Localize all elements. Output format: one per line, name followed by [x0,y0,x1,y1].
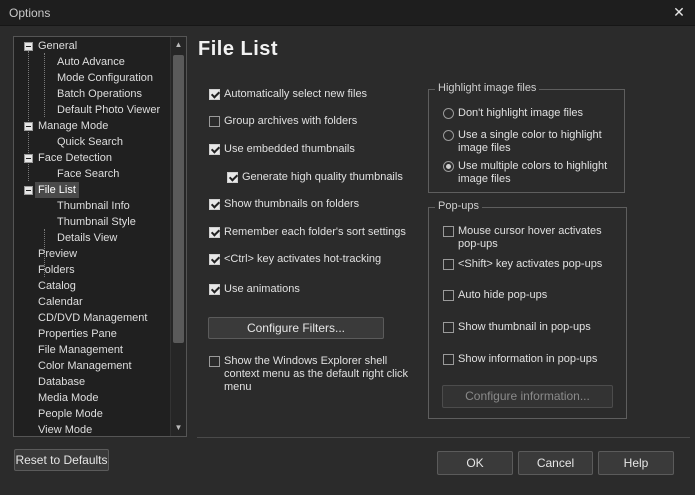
checkbox-label: <Ctrl> key activates hot-tracking [224,253,382,265]
footer-separator [197,437,690,438]
checkbox-label: Group archives with folders [224,115,358,127]
collapse-icon[interactable] [24,122,33,131]
checkbox-label: Use embedded thumbnails [224,143,355,155]
tree-item-manage-mode[interactable]: Manage Mode [38,118,108,134]
checkbox-label: Show information in pop-ups [458,353,598,365]
radio-dot[interactable] [443,130,454,141]
ok-button[interactable]: OK [437,451,513,475]
checkbox-box[interactable] [209,199,220,210]
checkbox-label: Mouse cursor hover activates pop-ups [458,225,602,250]
help-button[interactable]: Help [598,451,674,475]
group-legend: Highlight image files [435,82,540,94]
tree-item-batch-operations[interactable]: Batch Operations [57,86,142,102]
tree-connector [44,53,45,117]
checkbox-box[interactable] [209,89,220,100]
checkbox-box[interactable] [443,226,454,237]
checkbox-label: <Shift> key activates pop-ups [458,258,603,270]
collapse-icon[interactable] [24,186,33,195]
tree-item-details-view[interactable]: Details View [57,230,117,246]
popups-group: Pop-ups Mouse cursor hover activates pop… [428,200,627,419]
cancel-button[interactable]: Cancel [518,451,593,475]
checkbox-box[interactable] [227,172,238,183]
tree-item-properties-pane[interactable]: Properties Pane [38,326,117,342]
checkbox-box[interactable] [209,356,220,367]
checkbox-box[interactable] [209,227,220,238]
checkbox-label: Remember each folder's sort settings [224,226,406,238]
explorer-menu-checkbox[interactable]: Show the Windows Explorer shell context … [209,354,419,398]
multiple-colors-radio[interactable]: Use multiple colors to highlight image f… [443,159,618,187]
tree-item-calendar[interactable]: Calendar [38,294,83,310]
checkbox-label: Use animations [224,283,300,295]
radio-dot[interactable] [443,108,454,119]
tree-item-general[interactable]: General [38,38,77,54]
options-tree[interactable]: General Auto Advance Mode Configuration … [13,36,187,437]
tree-item-color-management[interactable]: Color Management [38,358,132,374]
tree-item-auto-advance[interactable]: Auto Advance [57,54,125,70]
scroll-down-icon[interactable]: ▼ [171,420,186,436]
tree-item-file-list[interactable]: File List [35,182,79,198]
collapse-icon[interactable] [24,42,33,51]
highlight-group: Highlight image files Don't highlight im… [428,82,625,193]
tree-item-face-detection[interactable]: Face Detection [38,150,112,166]
scroll-thumb[interactable] [173,55,184,343]
checkbox-label: Auto hide pop-ups [458,289,548,301]
page-title: File List [198,38,279,60]
collapse-icon[interactable] [24,154,33,163]
tree-item-thumbnail-info[interactable]: Thumbnail Info [57,198,130,214]
tree-item-thumbnail-style[interactable]: Thumbnail Style [57,214,136,230]
tree-item-view-mode[interactable]: View Mode [38,422,92,436]
group-legend: Pop-ups [435,200,482,212]
checkbox-label: Generate high quality thumbnails [242,171,403,183]
radio-label: Don't highlight image files [458,107,584,119]
checkbox-box[interactable] [443,290,454,301]
configure-filters-button[interactable]: Configure Filters... [208,317,384,339]
hover-popup-checkbox[interactable]: Mouse cursor hover activates pop-ups [443,224,623,252]
tree-item-mode-configuration[interactable]: Mode Configuration [57,70,153,86]
checkbox-box[interactable] [209,284,220,295]
tree-item-cd-dvd-management[interactable]: CD/DVD Management [38,310,147,326]
radio-label: Use multiple colors to highlight image f… [458,160,608,185]
scroll-up-icon[interactable]: ▲ [171,37,186,53]
checkbox-box[interactable] [443,322,454,333]
close-icon[interactable]: ✕ [670,3,688,21]
tree-item-default-photo-viewer[interactable]: Default Photo Viewer [57,102,160,118]
tree-item-folders[interactable]: Folders [38,262,75,278]
tree-item-face-search[interactable]: Face Search [57,166,119,182]
title-bar: Options ✕ [0,0,695,26]
configure-information-button[interactable]: Configure information... [442,385,613,408]
tree-item-catalog[interactable]: Catalog [38,278,76,294]
checkbox-label: Show thumbnail in pop-ups [458,321,591,333]
tree-item-database[interactable]: Database [38,374,85,390]
checkbox-box[interactable] [443,354,454,365]
checkbox-label: Automatically select new files [224,88,368,100]
window-title: Options [9,6,51,20]
tree-scrollbar[interactable]: ▲ ▼ [170,37,186,436]
checkbox-box[interactable] [209,254,220,265]
tree-item-people-mode[interactable]: People Mode [38,406,103,422]
checkbox-box[interactable] [209,144,220,155]
reset-defaults-button[interactable]: Reset to Defaults [14,449,109,471]
radio-dot[interactable] [443,161,454,172]
tree-item-file-management[interactable]: File Management [38,342,123,358]
checkbox-box[interactable] [209,116,220,127]
tree-item-preview[interactable]: Preview [38,246,77,262]
tree-item-media-mode[interactable]: Media Mode [38,390,99,406]
checkbox-label: Show thumbnails on folders [224,198,360,210]
tree-item-quick-search[interactable]: Quick Search [57,134,123,150]
checkbox-label: Show the Windows Explorer shell context … [224,355,409,393]
checkbox-box[interactable] [443,259,454,270]
radio-label: Use a single color to highlight image fi… [458,129,602,154]
single-color-radio[interactable]: Use a single color to highlight image fi… [443,128,618,156]
